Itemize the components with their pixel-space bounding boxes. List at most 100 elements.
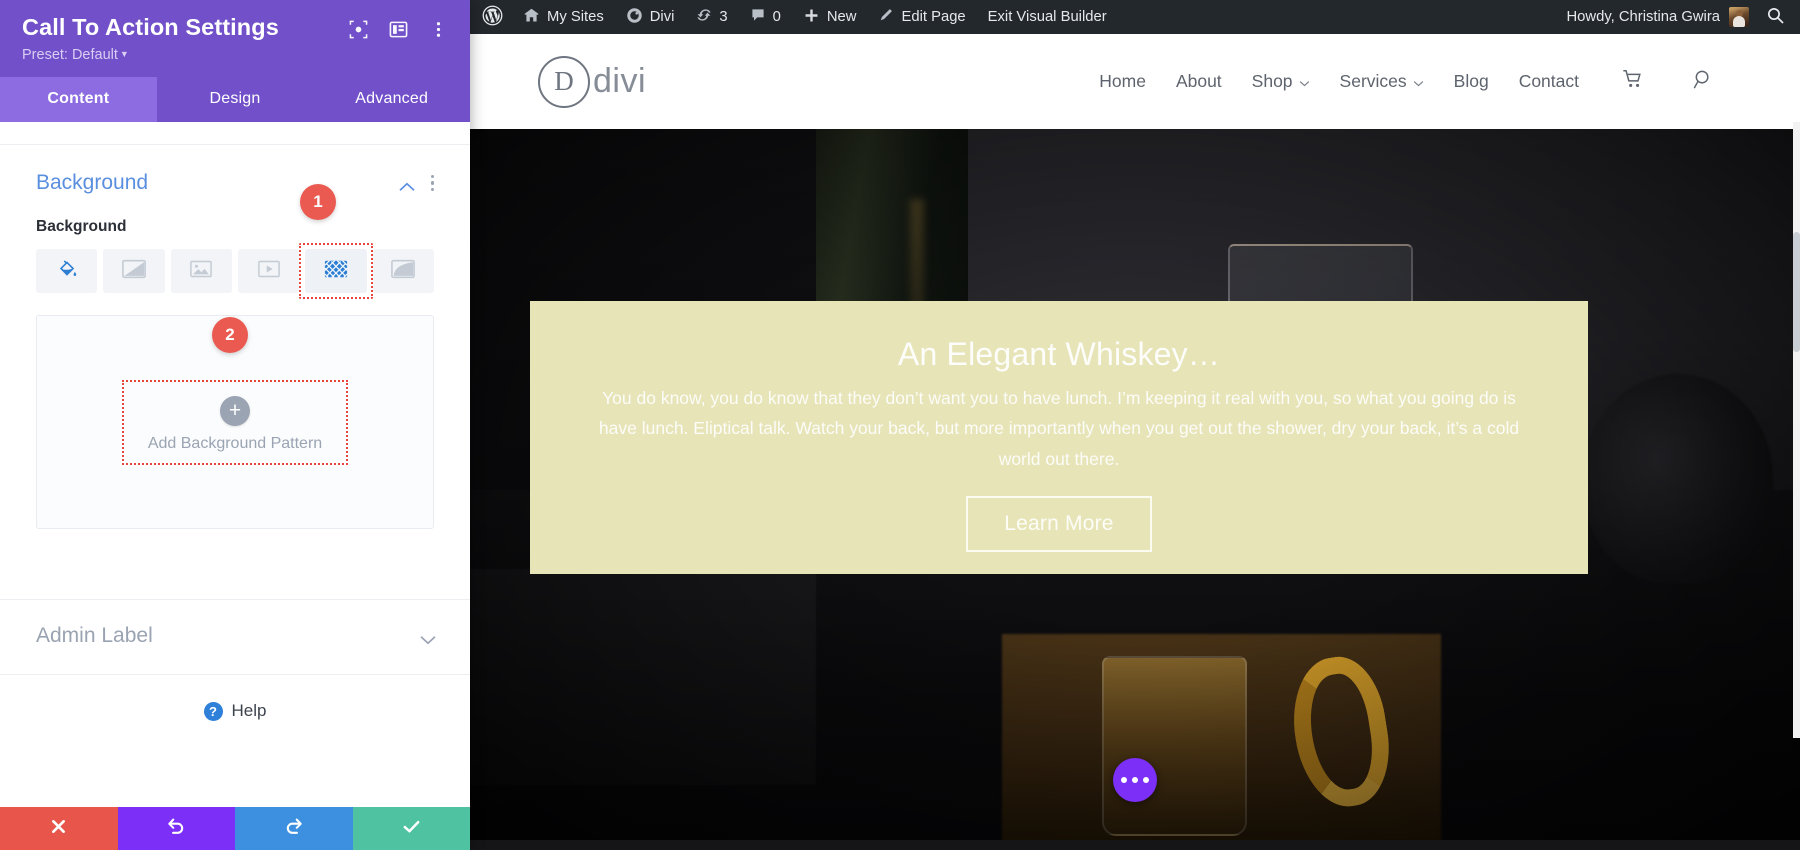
background-gradient-tab[interactable] bbox=[103, 249, 164, 293]
updates-icon bbox=[696, 7, 712, 27]
module-settings-panel: Call To Action Settings Preset: Default▼ bbox=[0, 0, 470, 850]
callout-badge-2: 2 bbox=[212, 317, 248, 353]
wp-admin-bar-item-updates[interactable]: 3 bbox=[685, 0, 738, 34]
chevron-up-icon[interactable] bbox=[399, 179, 413, 188]
nav-item-home[interactable]: Home bbox=[1099, 71, 1146, 92]
wp-admin-bar-label: Exit Visual Builder bbox=[988, 9, 1107, 25]
add-background-pattern-label: Add Background Pattern bbox=[148, 435, 322, 453]
gradient-icon bbox=[122, 259, 146, 284]
nav-item-about[interactable]: About bbox=[1176, 71, 1222, 92]
panel-footer bbox=[0, 807, 470, 850]
background-field-label: Background bbox=[0, 195, 470, 236]
admin-label-title: Admin Label bbox=[36, 624, 153, 648]
search-icon bbox=[1766, 6, 1785, 29]
undo-icon bbox=[166, 816, 186, 841]
cart-icon[interactable] bbox=[1621, 68, 1644, 95]
cta-body-text: You do know, you do know that they don’t… bbox=[594, 383, 1524, 473]
background-color-tab[interactable] bbox=[36, 249, 97, 293]
wp-admin-bar-item-new-content[interactable]: New bbox=[792, 0, 868, 34]
logo-wordmark: divi bbox=[593, 62, 646, 101]
admin-label-section-header[interactable]: Admin Label bbox=[0, 600, 470, 674]
background-section-header[interactable]: Background bbox=[0, 145, 470, 195]
nav-label: Contact bbox=[1519, 71, 1579, 92]
nav-item-shop[interactable]: Shop bbox=[1252, 71, 1310, 92]
chevron-down-icon bbox=[1299, 71, 1310, 92]
spacer bbox=[0, 529, 470, 599]
tab-design[interactable]: Design bbox=[157, 77, 314, 122]
panel-body-inner: Link Background Background bbox=[0, 122, 470, 721]
nav-item-blog[interactable]: Blog bbox=[1454, 71, 1489, 92]
site-header: D divi Home About Shop Services Blog Con… bbox=[470, 34, 1800, 129]
wp-admin-bar-right: Howdy, Christina Gwira bbox=[1555, 0, 1800, 34]
nav-label: About bbox=[1176, 71, 1222, 92]
wp-admin-bar-left: My Sites Divi 3 0 bbox=[470, 0, 1118, 34]
wp-admin-bar-label: New bbox=[827, 9, 857, 25]
clipped-section-link: Link bbox=[0, 122, 470, 144]
panel-tab-bar: Content Design Advanced bbox=[0, 77, 470, 122]
wp-admin-bar-item-exit-visual-builder[interactable]: Exit Visual Builder bbox=[977, 0, 1118, 34]
callout-badge-1: 1 bbox=[300, 184, 336, 220]
wp-admin-bar-item-comments[interactable]: 0 bbox=[739, 0, 792, 34]
clipped-section-label: Link bbox=[36, 122, 64, 127]
more-vertical-icon[interactable] bbox=[429, 20, 448, 39]
wp-admin-bar-item-edit-page[interactable]: Edit Page bbox=[867, 0, 976, 34]
redo-icon bbox=[284, 816, 304, 841]
howdy-label: Howdy, Christina Gwira bbox=[1567, 9, 1721, 25]
panel-header-actions bbox=[349, 14, 448, 39]
help-label: Help bbox=[232, 701, 267, 721]
page-settings-fab[interactable] bbox=[1113, 758, 1157, 802]
chevron-down-icon[interactable] bbox=[420, 632, 434, 641]
background-pattern-tab[interactable] bbox=[305, 249, 366, 293]
wp-admin-bar-search[interactable] bbox=[1761, 6, 1800, 29]
background-section-title: Background bbox=[36, 171, 148, 195]
chevron-down-icon: ▼ bbox=[120, 49, 129, 59]
background-type-tabs bbox=[0, 236, 470, 293]
panel-preset-selector[interactable]: Preset: Default▼ bbox=[22, 47, 448, 77]
pencil-icon bbox=[878, 7, 894, 27]
panel-scrollbar[interactable] bbox=[1793, 122, 1800, 738]
background-mask-tab[interactable] bbox=[373, 249, 434, 293]
paint-bucket-icon bbox=[56, 258, 78, 285]
undo-button[interactable] bbox=[118, 807, 236, 850]
more-vertical-icon[interactable] bbox=[431, 175, 434, 191]
background-section-actions bbox=[399, 175, 434, 191]
redo-button[interactable] bbox=[235, 807, 353, 850]
add-background-pattern-button[interactable]: + Add Background Pattern bbox=[124, 382, 346, 463]
wp-admin-bar-label: My Sites bbox=[547, 9, 604, 25]
panel-header: Call To Action Settings Preset: Default▼ bbox=[0, 0, 470, 77]
nav-label: Shop bbox=[1252, 71, 1293, 92]
call-to-action-module[interactable]: An Elegant Whiskey… You do know, you do … bbox=[530, 301, 1588, 574]
site-logo[interactable]: D divi bbox=[538, 56, 646, 108]
divi-icon bbox=[626, 7, 643, 28]
pattern-icon bbox=[324, 259, 348, 284]
cta-title: An Elegant Whiskey… bbox=[586, 335, 1532, 373]
focus-target-icon[interactable] bbox=[349, 20, 368, 39]
save-button[interactable] bbox=[353, 807, 471, 850]
cancel-button[interactable] bbox=[0, 807, 118, 850]
help-link[interactable]: ? Help bbox=[0, 675, 470, 721]
comment-icon bbox=[750, 7, 766, 27]
wp-admin-bar-howdy[interactable]: Howdy, Christina Gwira bbox=[1555, 7, 1762, 27]
wp-admin-bar-item-divi[interactable]: Divi bbox=[615, 0, 686, 34]
tab-content[interactable]: Content bbox=[0, 77, 157, 122]
sites-icon bbox=[523, 7, 540, 28]
background-image-tab[interactable] bbox=[171, 249, 232, 293]
nav-item-services[interactable]: Services bbox=[1340, 71, 1424, 92]
background-video-tab[interactable] bbox=[238, 249, 299, 293]
ellipsis-dot bbox=[1143, 777, 1149, 783]
mask-icon bbox=[391, 259, 415, 284]
panel-scrollbar-thumb[interactable] bbox=[1793, 232, 1800, 352]
site-search-icon[interactable] bbox=[1692, 68, 1715, 96]
nav-item-contact[interactable]: Contact bbox=[1519, 71, 1579, 92]
tab-advanced[interactable]: Advanced bbox=[313, 77, 470, 122]
wp-admin-bar-label: 3 bbox=[719, 9, 727, 25]
wp-admin-bar-item-my-sites[interactable]: My Sites bbox=[512, 0, 615, 34]
layout-columns-icon[interactable] bbox=[389, 20, 408, 39]
site-nav: Home About Shop Services Blog Contact bbox=[1099, 68, 1715, 96]
wp-admin-bar-item-wordpress-logo[interactable] bbox=[470, 0, 512, 34]
ellipsis-dot bbox=[1132, 777, 1138, 783]
nav-label: Home bbox=[1099, 71, 1146, 92]
ellipsis-dot bbox=[1121, 777, 1127, 783]
cta-learn-more-button[interactable]: Learn More bbox=[966, 496, 1151, 552]
site-preview: D divi Home About Shop Services Blog Con… bbox=[470, 34, 1800, 850]
